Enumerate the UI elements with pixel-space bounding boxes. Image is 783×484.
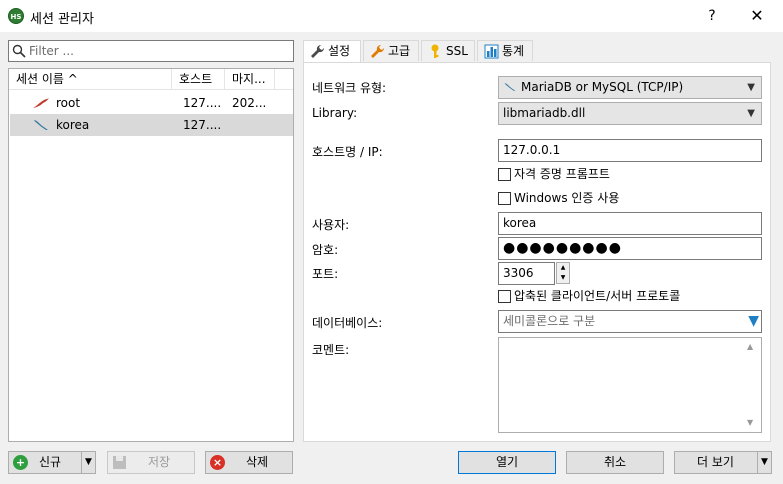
delete-button[interactable]: × 삭제 — [205, 451, 293, 474]
wrench-orange-icon — [371, 44, 385, 58]
windows-auth-checkbox[interactable]: Windows 인증 사용 — [498, 189, 619, 207]
tab-label: SSL — [446, 44, 468, 58]
list-header: 세션 이름 ^ 호스트 마지... — [9, 69, 293, 90]
new-session-button[interactable]: + 신규 ▼ — [8, 451, 96, 474]
chevron-down-icon[interactable]: ▼ — [81, 452, 95, 473]
vertical-scrollbar[interactable]: ▲ ▼ — [744, 338, 761, 432]
session-tree[interactable]: 세션 이름 ^ 호스트 마지... root 127.... 202... ko… — [8, 68, 294, 442]
session-name: root — [56, 96, 81, 110]
tab-label: 통계 — [502, 44, 525, 58]
scroll-up-icon[interactable]: ▲ — [747, 342, 753, 351]
tab-statistics[interactable]: 통계 — [477, 40, 533, 61]
filter-input[interactable] — [29, 42, 289, 60]
user-label: 사용자: — [312, 218, 350, 232]
library-label: Library: — [312, 106, 358, 120]
host-input[interactable]: 127.0.0.1 — [498, 139, 762, 162]
port-label: 포트: — [312, 267, 339, 281]
user-value: korea — [503, 216, 537, 230]
host-value: 127.0.0.1 — [503, 143, 561, 157]
password-label: 암호: — [312, 243, 339, 257]
scroll-down-icon[interactable]: ▼ — [747, 418, 753, 427]
column-header-host[interactable]: 호스트 — [172, 69, 225, 90]
floppy-disk-icon — [113, 456, 126, 469]
checkbox-box[interactable] — [498, 168, 511, 181]
comment-textarea[interactable]: ▲ ▼ — [498, 337, 762, 433]
host-label: 호스트명 / IP: — [312, 145, 383, 159]
session-row-root[interactable]: root 127.... 202... — [10, 92, 293, 114]
tab-settings[interactable]: 설정 — [303, 40, 361, 63]
wrench-icon — [311, 44, 325, 58]
credential-prompt-label: 자격 증명 프롬프트 — [514, 167, 610, 181]
database-label: 데이터베이스: — [312, 316, 383, 330]
mariadb-dolphin-icon — [33, 98, 49, 108]
help-button[interactable]: ? — [700, 4, 724, 28]
session-host: 127.... — [183, 118, 222, 132]
password-input[interactable]: ●●●●●●●●● — [498, 237, 762, 260]
chevron-down-icon[interactable]: ▼ — [757, 452, 771, 473]
tab-label: 설정 — [328, 44, 351, 58]
bar-chart-icon — [484, 44, 499, 59]
column-header-name[interactable]: 세션 이름 ^ — [9, 69, 172, 90]
network-type-select[interactable]: MariaDB or MySQL (TCP/IP) ▼ — [498, 76, 762, 99]
search-icon — [12, 44, 26, 58]
comment-label: 코멘트: — [312, 343, 350, 357]
network-type-value: MariaDB or MySQL (TCP/IP) — [521, 80, 684, 94]
new-label: 신규 — [39, 455, 62, 469]
library-select[interactable]: libmariadb.dll ▼ — [498, 102, 762, 125]
port-stepper[interactable]: ▲ ▼ — [556, 262, 570, 284]
open-button[interactable]: 열기 — [458, 451, 556, 474]
mysql-dolphin-icon — [34, 120, 48, 130]
session-last: 202... — [232, 96, 267, 110]
checkbox-box[interactable] — [498, 192, 511, 205]
app-logo-icon: HS — [8, 8, 24, 24]
close-button[interactable]: ✕ — [742, 4, 772, 28]
session-host: 127.... — [183, 96, 222, 110]
open-label: 열기 — [495, 455, 519, 469]
network-type-label: 네트워크 유형: — [312, 81, 387, 95]
filter-field[interactable] — [8, 40, 294, 62]
more-label: 더 보기 — [697, 455, 734, 469]
settings-panel: 네트워크 유형: MariaDB or MySQL (TCP/IP) ▼ Lib… — [303, 62, 771, 442]
tab-label: 고급 — [388, 44, 411, 58]
window-title: 세션 관리자 — [30, 12, 94, 27]
delete-label: 삭제 — [246, 455, 269, 469]
delete-x-icon: × — [210, 455, 225, 470]
checkbox-box[interactable] — [498, 290, 511, 303]
spin-down-icon[interactable]: ▼ — [557, 273, 569, 283]
session-row-korea[interactable]: korea 127.... — [10, 114, 293, 136]
plus-icon: + — [13, 455, 28, 470]
port-input[interactable]: 3306 — [498, 262, 555, 285]
port-value: 3306 — [503, 266, 534, 280]
database-placeholder: 세미콜론으로 구분 — [503, 314, 596, 328]
credential-prompt-checkbox[interactable]: 자격 증명 프롬프트 — [498, 165, 610, 183]
chevron-down-icon: ▼ — [747, 82, 755, 93]
more-button[interactable]: 더 보기 ▼ — [674, 451, 772, 474]
tab-ssl[interactable]: SSL — [421, 40, 475, 61]
title-bar: HS 세션 관리자 ? ✕ — [0, 0, 783, 32]
cancel-button[interactable]: 취소 — [566, 451, 664, 474]
compressed-protocol-label: 압축된 클라이언트/서버 프로토콜 — [514, 289, 681, 303]
database-input[interactable]: 세미콜론으로 구분 ▼ — [498, 310, 762, 333]
spin-up-icon[interactable]: ▲ — [557, 263, 569, 273]
user-input[interactable]: korea — [498, 212, 762, 235]
session-name: korea — [56, 118, 90, 132]
chevron-down-icon: ▼ — [747, 108, 755, 119]
library-value: libmariadb.dll — [503, 106, 586, 120]
dropdown-triangle-icon[interactable]: ▼ — [748, 311, 759, 332]
cancel-label: 취소 — [603, 455, 627, 469]
mysql-dolphin-icon — [504, 83, 516, 91]
tab-advanced[interactable]: 고급 — [363, 40, 419, 61]
save-button[interactable]: 저장 — [107, 451, 195, 474]
column-header-last[interactable]: 마지... — [225, 69, 275, 90]
key-icon — [431, 44, 439, 58]
windows-auth-label: Windows 인증 사용 — [514, 191, 620, 205]
save-label: 저장 — [148, 455, 171, 469]
password-value: ●●●●●●●●● — [503, 240, 622, 256]
compressed-protocol-checkbox[interactable]: 압축된 클라이언트/서버 프로토콜 — [498, 287, 680, 305]
